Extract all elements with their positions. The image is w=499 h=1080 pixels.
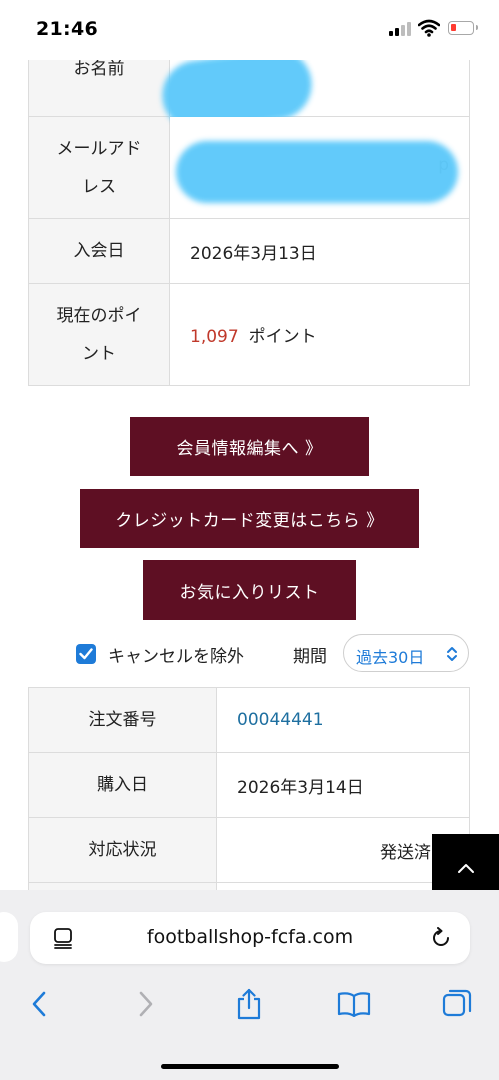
battery-level <box>451 24 456 31</box>
period-value: 過去30日 <box>356 648 425 667</box>
back-button[interactable] <box>24 988 54 1020</box>
exclude-cancel-checkbox[interactable] <box>76 644 96 664</box>
cellular-signal-icon <box>389 22 411 36</box>
forward-button[interactable] <box>131 988 161 1020</box>
exclude-cancel-label[interactable]: キャンセルを除外 <box>108 642 244 667</box>
chevron-up-icon <box>457 864 474 873</box>
period-select[interactable]: 過去30日 <box>343 634 469 672</box>
book-icon <box>337 992 371 1017</box>
previous-tab-peek[interactable] <box>0 912 18 962</box>
order-number-cell: 00044441 <box>216 687 470 753</box>
tabs-button[interactable] <box>442 988 472 1020</box>
order-table: 注文番号 00044441 購入日 2026年3月14日 対応状況 発送済 <box>28 687 470 923</box>
order-row-status: 対応状況 発送済 <box>28 817 470 883</box>
check-icon <box>79 648 93 660</box>
purchase-date-label: 購入日 <box>28 752 217 818</box>
order-number-label: 注文番号 <box>28 687 217 753</box>
forward-icon <box>139 991 153 1017</box>
browser-toolbar: footballshop-fcfa.com <box>0 890 499 1080</box>
change-card-button[interactable]: クレジットカード変更はこちら 》 <box>80 489 419 548</box>
tabs-icon <box>442 989 472 1017</box>
status-bar: 21:46 <box>0 0 499 60</box>
email-label: メールアド レス <box>28 116 170 219</box>
order-number-link[interactable]: 00044441 <box>237 710 324 730</box>
redaction-mask <box>176 141 458 203</box>
favorites-button[interactable]: お気に入りリスト <box>143 560 356 620</box>
join-date-value: 2026年3月13日 <box>169 218 470 284</box>
address-bar[interactable]: footballshop-fcfa.com <box>30 912 470 964</box>
bookmarks-button[interactable] <box>336 988 372 1020</box>
points-value: 1,097 <box>190 327 239 347</box>
battery-icon <box>448 21 478 35</box>
order-filter-row: キャンセルを除外 期間 過去30日 <box>76 634 472 674</box>
join-date-label: 入会日 <box>28 218 170 284</box>
share-icon <box>237 988 261 1020</box>
status-label: 対応状況 <box>28 817 217 883</box>
share-button[interactable] <box>234 988 264 1020</box>
reload-icon[interactable] <box>430 927 452 949</box>
member-info-table: お名前 メールアド レス p 入会日 2026年3月13日 現在のポイ ント 1… <box>28 20 470 386</box>
edit-member-button[interactable]: 会員情報編集へ 》 <box>130 417 369 476</box>
email-value: p <box>169 116 470 219</box>
select-chevron-icon <box>447 647 457 661</box>
purchase-date-value: 2026年3月14日 <box>216 752 470 818</box>
member-row-join-date: 入会日 2026年3月13日 <box>28 218 470 284</box>
back-icon <box>32 991 46 1017</box>
member-row-email: メールアド レス p <box>28 116 470 219</box>
home-indicator[interactable] <box>161 1064 339 1069</box>
period-label: 期間 <box>293 647 327 667</box>
wifi-icon <box>417 19 441 37</box>
order-row-date: 購入日 2026年3月14日 <box>28 752 470 818</box>
url-text[interactable]: footballshop-fcfa.com <box>30 926 470 948</box>
member-row-points: 現在のポイ ント 1,097 ポイント <box>28 283 470 386</box>
points-unit: ポイント <box>248 327 317 347</box>
order-row-number: 注文番号 00044441 <box>28 687 470 753</box>
points-value-cell: 1,097 ポイント <box>169 283 470 386</box>
points-label: 現在のポイ ント <box>28 283 170 386</box>
status-time: 21:46 <box>36 18 98 40</box>
